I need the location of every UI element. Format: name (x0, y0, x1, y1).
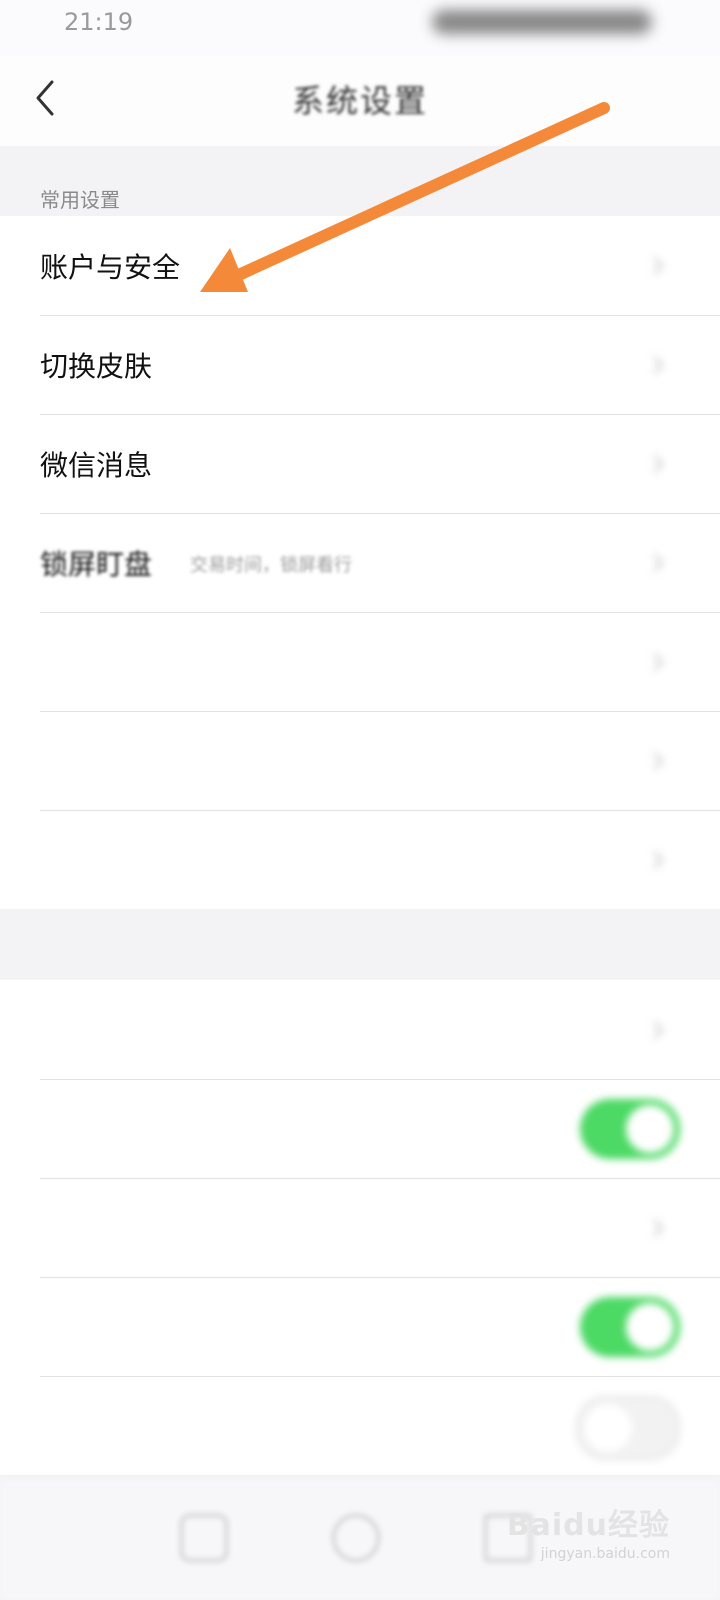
settings-row-11[interactable] (0, 1277, 720, 1376)
baidu-watermark: Baidu经验 jingyan.baidu.com (507, 1500, 670, 1562)
row-description: 交易时间，锁屏看行 (190, 555, 352, 576)
settings-row-5[interactable] (0, 612, 720, 711)
status-time: 21:19 (64, 8, 134, 36)
chevron-right-icon (653, 752, 664, 770)
settings-row-10[interactable] (0, 1178, 720, 1277)
watermark-logo: Baidu经验 (506, 1508, 670, 1543)
chevron-right-icon (653, 554, 664, 572)
row-label: 锁屏盯盘 (40, 548, 153, 581)
page-title: 系统设置 (291, 82, 428, 120)
row-label: 账户与安全 (40, 251, 181, 284)
header: 系统设置 (0, 56, 720, 146)
settings-group-common: 账户与安全 切换皮肤 微信消息 锁屏盯盘 交易时间，锁屏看行 (0, 216, 720, 909)
status-icons (432, 10, 652, 34)
wechat-messages-row[interactable]: 微信消息 (0, 414, 720, 513)
lock-screen-row[interactable]: 锁屏盯盘 交易时间，锁屏看行 (0, 513, 720, 612)
chevron-right-icon (653, 356, 664, 374)
watermark-url: jingyan.baidu.com (540, 1546, 670, 1562)
toggle-switch[interactable] (580, 1099, 680, 1159)
section-label-common: 常用设置 (40, 188, 120, 212)
chevron-right-icon (653, 257, 664, 275)
settings-row-9[interactable] (0, 1079, 720, 1178)
home-icon[interactable] (332, 1514, 380, 1562)
settings-row-7[interactable] (0, 810, 720, 909)
settings-row-8[interactable] (0, 980, 720, 1079)
settings-row-12[interactable] (0, 1376, 720, 1475)
settings-row-6[interactable] (0, 711, 720, 810)
toggle-switch[interactable] (576, 1396, 680, 1460)
chevron-right-icon (653, 653, 664, 671)
row-label: 微信消息 (40, 449, 153, 482)
switch-skin-row[interactable]: 切换皮肤 (0, 315, 720, 414)
account-security-row[interactable]: 账户与安全 (0, 216, 720, 315)
status-bar: 21:19 (0, 0, 720, 56)
recent-apps-icon[interactable] (180, 1514, 228, 1562)
toggle-switch[interactable] (580, 1297, 680, 1357)
chevron-right-icon (653, 1219, 664, 1237)
chevron-right-icon (653, 1021, 664, 1039)
chevron-right-icon (653, 851, 664, 869)
settings-group-second (0, 980, 720, 1475)
chevron-right-icon (653, 455, 664, 473)
row-label: 切换皮肤 (40, 350, 153, 383)
